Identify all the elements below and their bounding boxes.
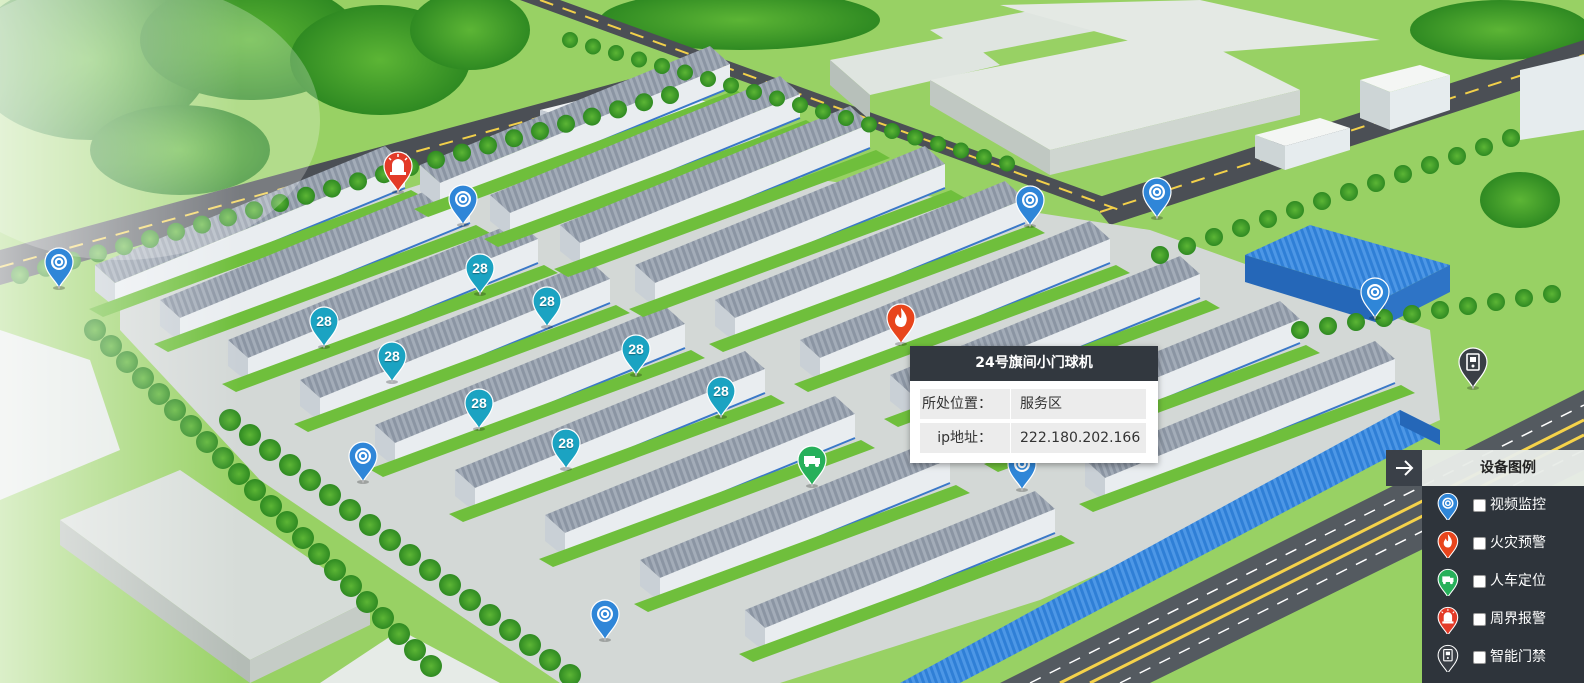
- perimeter-marker[interactable]: [381, 150, 415, 194]
- legend-item-perimeter[interactable]: 周界报警: [1422, 600, 1584, 638]
- camera-icon: [1360, 277, 1390, 320]
- legend-checkbox-video[interactable]: [1473, 499, 1486, 512]
- warehouse-number-pin[interactable]: 28: [375, 340, 409, 384]
- legend-item-video[interactable]: 视频监控: [1422, 486, 1584, 524]
- legend-item-personnel[interactable]: 人车定位: [1422, 562, 1584, 600]
- pin-number: 28: [539, 293, 555, 309]
- camera-icon: [590, 599, 620, 642]
- pin-number: 28: [713, 383, 729, 399]
- legend-label: 周界报警: [1490, 611, 1546, 627]
- door-access-icon: [1458, 347, 1488, 390]
- park-map-background[interactable]: [0, 0, 1584, 683]
- legend-checkbox-perimeter[interactable]: [1473, 613, 1486, 626]
- pin-number: 28: [472, 260, 488, 276]
- legend-checkbox-fire[interactable]: [1473, 537, 1486, 550]
- popup-ip-label: ip地址：: [937, 430, 992, 446]
- popup-divider: [1010, 389, 1011, 419]
- map-stage: 28 28 28 28 28 28 28 28 24号旗间小门球机 所处位置： 服务区 ip地…: [0, 0, 1584, 683]
- arrow-right-icon: [1396, 460, 1414, 476]
- fire-marker[interactable]: [884, 302, 918, 346]
- pin-number: 28: [628, 341, 644, 357]
- camera-icon: [448, 184, 478, 227]
- legend-title: 设备图例: [1480, 460, 1536, 476]
- access-pin-icon: [1437, 644, 1459, 672]
- device-info-popup: 24号旗间小门球机 所处位置： 服务区 ip地址： 222.180.202.16…: [910, 346, 1158, 463]
- video-marker[interactable]: [42, 246, 76, 290]
- device-legend-panel: 设备图例 视频监控 火灾预警 人车定位 周界报警 智能门禁: [1422, 450, 1584, 683]
- popup-location-label: 所处位置：: [922, 396, 992, 412]
- legend-collapse-button[interactable]: [1386, 450, 1422, 486]
- camera-icon: [348, 441, 378, 484]
- alarm-pin-icon: [1437, 606, 1459, 634]
- video-marker[interactable]: [1140, 176, 1174, 220]
- legend-label: 人车定位: [1490, 573, 1546, 589]
- warehouse-number-pin[interactable]: 28: [462, 387, 496, 431]
- personnel-marker[interactable]: [795, 444, 829, 488]
- warehouse-number-pin[interactable]: 28: [530, 285, 564, 329]
- legend-label: 火灾预警: [1490, 535, 1546, 551]
- vehicle-person-icon: [797, 445, 827, 488]
- video-marker[interactable]: [588, 598, 622, 642]
- warehouse-number-pin[interactable]: 28: [619, 333, 653, 377]
- camera-pin-icon: [1437, 492, 1459, 520]
- popup-row-ip: ip地址： 222.180.202.166: [920, 423, 1146, 453]
- warehouse-number-pin[interactable]: 28: [549, 427, 583, 471]
- video-marker[interactable]: [1358, 276, 1392, 320]
- legend-list: 视频监控 火灾预警 人车定位 周界报警 智能门禁: [1422, 486, 1584, 683]
- alarm-light-icon: [383, 151, 413, 194]
- popup-divider: [1010, 423, 1011, 453]
- legend-item-fire[interactable]: 火灾预警: [1422, 524, 1584, 562]
- warehouse-number-pin[interactable]: 28: [463, 252, 497, 296]
- pin-number: 28: [384, 348, 400, 364]
- legend-label: 视频监控: [1490, 497, 1546, 513]
- camera-icon: [1142, 177, 1172, 220]
- popup-location-value: 服务区: [1020, 396, 1062, 412]
- flame-icon: [886, 303, 916, 346]
- pin-number: 28: [558, 435, 574, 451]
- pin-number: 28: [471, 395, 487, 411]
- popup-ip-value: 222.180.202.166: [1020, 430, 1141, 446]
- legend-checkbox-personnel[interactable]: [1473, 575, 1486, 588]
- popup-row-location: 所处位置： 服务区: [920, 389, 1146, 419]
- video-marker[interactable]: [346, 440, 380, 484]
- access-marker[interactable]: [1456, 346, 1490, 390]
- legend-checkbox-access[interactable]: [1473, 651, 1486, 664]
- personnel-pin-icon: [1437, 568, 1459, 596]
- fire-pin-icon: [1437, 530, 1459, 558]
- legend-label: 智能门禁: [1490, 649, 1546, 665]
- video-marker[interactable]: [446, 183, 480, 227]
- pin-number: 28: [316, 313, 332, 329]
- warehouse-number-pin[interactable]: 28: [307, 305, 341, 349]
- camera-icon: [1015, 185, 1045, 228]
- popup-title: 24号旗间小门球机: [910, 346, 1158, 381]
- warehouse-number-pin[interactable]: 28: [704, 375, 738, 419]
- video-marker[interactable]: [1013, 184, 1047, 228]
- legend-item-access[interactable]: 智能门禁: [1422, 638, 1584, 676]
- camera-icon: [44, 247, 74, 290]
